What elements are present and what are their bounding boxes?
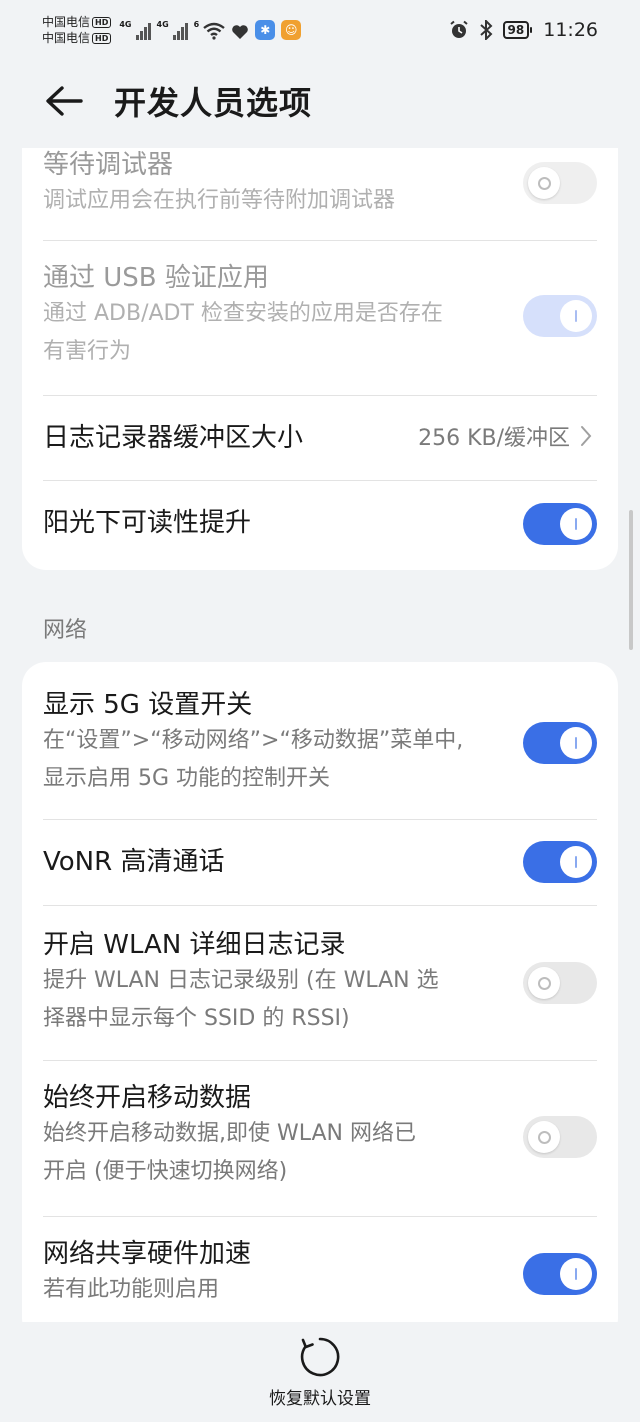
back-button[interactable]: [34, 71, 94, 131]
signal-icon: [135, 22, 151, 40]
alarm-icon: [449, 20, 468, 38]
settings-list[interactable]: 等待调试器 调试应用会在执行前等待附加调试器 通过 USB 验证应用 通过 AD…: [0, 148, 640, 1322]
hd-badge: HD: [92, 32, 112, 44]
hd-badge: HD: [92, 16, 112, 28]
page-title: 开发人员选项: [114, 84, 313, 122]
setting-title: 通过 USB 验证应用: [43, 263, 269, 293]
bluetooth-icon: [479, 20, 492, 40]
wifi-icon: [203, 22, 225, 40]
wait-debugger-toggle[interactable]: [523, 162, 597, 204]
setting-subtitle: 若有此功能则启用: [43, 1277, 220, 1302]
status-right: 98 11:26: [449, 19, 598, 41]
wifi-badge: 6: [193, 20, 200, 29]
bottom-action-bar: 恢复默认设置: [0, 1322, 640, 1422]
network-type-1: 4G: [119, 20, 132, 29]
logger-buffer-value: 256 KB/缓冲区: [418, 420, 592, 452]
reset-icon: [300, 1337, 340, 1377]
setting-subtitle: 显示启用 5G 功能的控制开关: [43, 766, 331, 791]
section-label-network: 网络: [43, 618, 88, 643]
setting-row-wlan-verbose-logging[interactable]: 开启 WLAN 详细日志记录 提升 WLAN 日志记录级别 (在 WLAN 选 …: [22, 906, 618, 1060]
setting-subtitle: 始终开启移动数据,即使 WLAN 网络已: [43, 1121, 417, 1146]
scrollbar[interactable]: [629, 510, 633, 650]
sunlight-readability-toggle[interactable]: [523, 503, 597, 545]
setting-subtitle: 在“设置”>“移动网络”>“移动数据”菜单中,: [43, 728, 464, 753]
network-type-2: 4G: [156, 20, 169, 29]
setting-subtitle: 择器中显示每个 SSID 的 RSSI): [43, 1006, 350, 1031]
verify-usb-apps-toggle[interactable]: [523, 295, 597, 337]
carrier-info: 中国电信 HD 中国电信 HD: [42, 14, 112, 46]
heart-icon: [232, 25, 249, 39]
setting-value: 256 KB/缓冲区: [418, 426, 570, 451]
reset-defaults-button[interactable]: 恢复默认设置: [269, 1336, 371, 1409]
tethering-hw-acceleration-toggle[interactable]: [523, 1253, 597, 1295]
app-notification-icon: ✱: [255, 20, 276, 40]
back-arrow-icon: [46, 86, 83, 116]
setting-subtitle: 提升 WLAN 日志记录级别 (在 WLAN 选: [43, 968, 439, 993]
setting-row-verify-usb-apps[interactable]: 通过 USB 验证应用 通过 ADB/ADT 检查安装的应用是否存在 有害行为: [22, 241, 618, 395]
mobile-data-always-on-toggle[interactable]: [523, 1116, 597, 1158]
setting-row-show-5g-switch[interactable]: 显示 5G 设置开关 在“设置”>“移动网络”>“移动数据”菜单中, 显示启用 …: [22, 662, 618, 819]
page-header: 开发人员选项: [0, 66, 640, 136]
setting-row-vonr-hd-call[interactable]: VoNR 高清通话: [22, 820, 618, 905]
setting-title: 开启 WLAN 详细日志记录: [43, 930, 346, 960]
setting-row-logger-buffer-size[interactable]: 日志记录器缓冲区大小 256 KB/缓冲区: [22, 396, 618, 480]
vonr-hd-call-toggle[interactable]: [523, 841, 597, 883]
debug-settings-card: 等待调试器 调试应用会在执行前等待附加调试器 通过 USB 验证应用 通过 AD…: [22, 148, 618, 570]
setting-row-tethering-hw-acceleration[interactable]: 网络共享硬件加速 若有此功能则启用: [22, 1217, 618, 1322]
app-notification-icon: ☺: [281, 20, 302, 40]
setting-subtitle: 开启 (便于快速切换网络): [43, 1159, 288, 1184]
setting-title: 显示 5G 设置开关: [43, 690, 253, 720]
setting-row-sunlight-readability[interactable]: 阳光下可读性提升: [22, 481, 618, 570]
reset-defaults-label: 恢复默认设置: [269, 1389, 371, 1409]
signal-icon: [172, 22, 188, 40]
wlan-verbose-logging-toggle[interactable]: [523, 962, 597, 1004]
carrier-name-2: 中国电信: [42, 31, 91, 45]
setting-title: 阳光下可读性提升: [43, 508, 252, 538]
setting-title: 始终开启移动数据: [43, 1083, 252, 1113]
setting-title: VoNR 高清通话: [43, 847, 225, 877]
setting-title: 网络共享硬件加速: [43, 1239, 252, 1269]
setting-row-wait-debugger[interactable]: 等待调试器 调试应用会在执行前等待附加调试器: [22, 148, 618, 240]
carrier-name-1: 中国电信: [42, 15, 91, 29]
network-settings-card: 显示 5G 设置开关 在“设置”>“移动网络”>“移动数据”菜单中, 显示启用 …: [22, 662, 618, 1322]
signal-group: 4G 4G 6 ✱ ☺: [119, 20, 302, 40]
status-time: 11:26: [543, 19, 598, 41]
setting-subtitle: 有害行为: [43, 339, 132, 364]
status-left: 中国电信 HD 中国电信 HD 4G 4G 6 ✱ ☺: [42, 14, 302, 46]
status-bar: 中国电信 HD 中国电信 HD 4G 4G 6 ✱ ☺ 98 11:26: [0, 0, 640, 60]
setting-title: 等待调试器: [43, 150, 174, 180]
setting-row-mobile-data-always-on[interactable]: 始终开启移动数据 始终开启移动数据,即使 WLAN 网络已 开启 (便于快速切换…: [22, 1061, 618, 1216]
show-5g-switch-toggle[interactable]: [523, 722, 597, 764]
battery-icon: 98: [502, 21, 532, 39]
setting-subtitle: 调试应用会在执行前等待附加调试器: [43, 188, 396, 213]
setting-subtitle: 通过 ADB/ADT 检查安装的应用是否存在: [43, 301, 443, 326]
chevron-right-icon: [581, 426, 592, 446]
